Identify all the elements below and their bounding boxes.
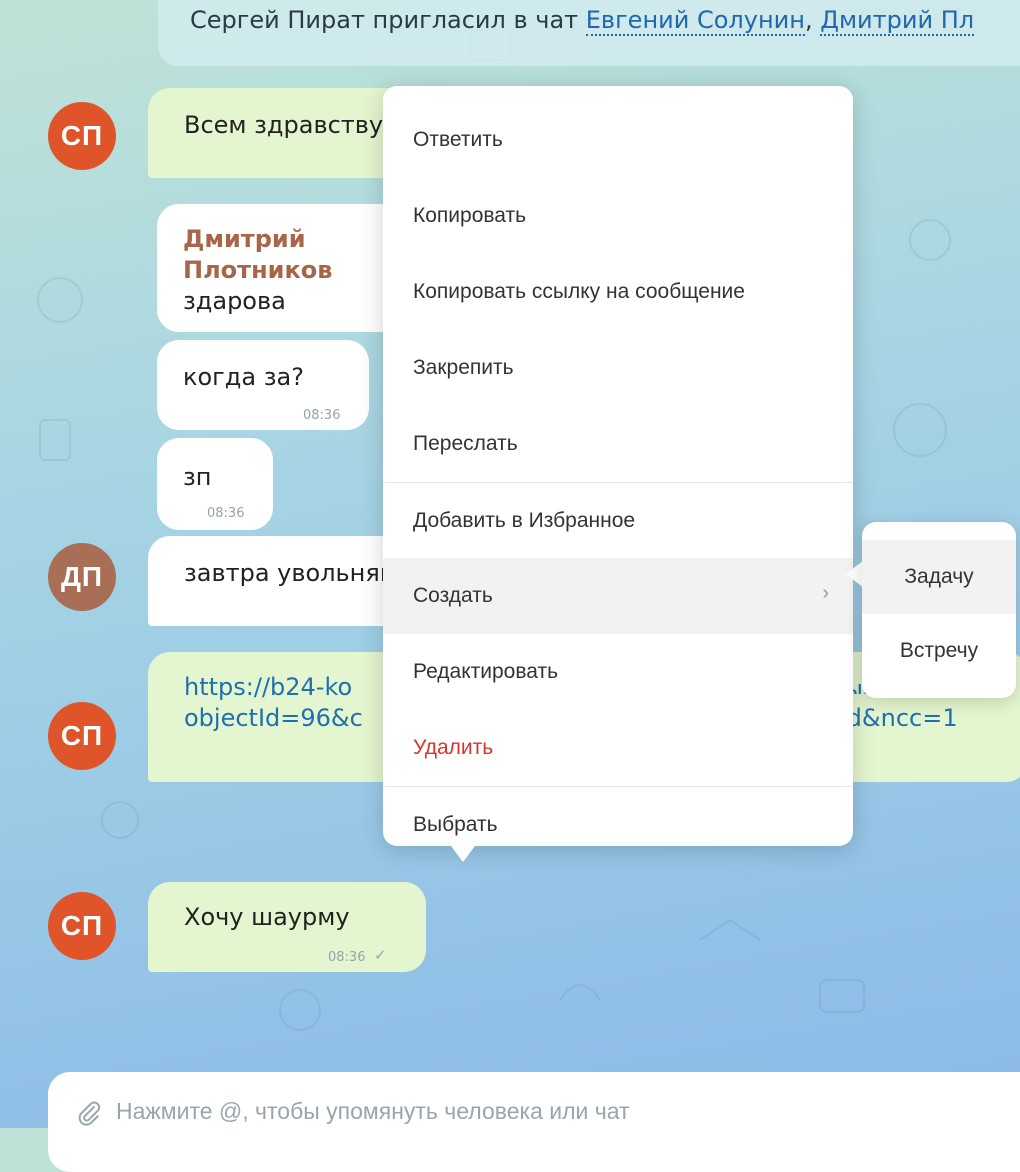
context-menu-pointer — [445, 838, 481, 862]
menu-item-label: Выбрать — [413, 812, 498, 836]
message-link-tail[interactable]: id&ncc=1 — [840, 703, 958, 734]
menu-item-reply[interactable]: Ответить — [383, 102, 853, 178]
message-text: Хочу шаурму — [184, 903, 350, 931]
menu-item-pin[interactable]: Закрепить — [383, 330, 853, 406]
menu-item-copy[interactable]: Копировать — [383, 178, 853, 254]
menu-item-label: Добавить в Избранное — [413, 508, 636, 532]
menu-item-edit[interactable]: Редактировать — [383, 634, 853, 710]
chevron-right-icon: › — [822, 582, 829, 604]
invited-user-link[interactable]: Дмитрий Пл — [820, 6, 975, 36]
avatar-initials: СП — [60, 910, 104, 941]
menu-item-label: Копировать — [413, 204, 527, 227]
separator: , — [804, 6, 821, 34]
message-input-placeholder: Нажмите @, чтобы упомянуть человека или … — [116, 1098, 630, 1124]
system-message-text: Сергей Пират пригласил в чат — [190, 6, 586, 34]
paperclip-icon[interactable] — [76, 1099, 102, 1127]
message-text: завтра увольняют — [184, 559, 414, 587]
menu-item-label: Закрепить — [413, 356, 514, 379]
menu-item-label: Переслать — [413, 432, 518, 455]
avatar-initials: СП — [60, 720, 104, 751]
message-text: зп — [183, 463, 212, 491]
message-input[interactable]: Нажмите @, чтобы упомянуть человека или … — [48, 1072, 1020, 1172]
message-time: 08:36 — [207, 506, 245, 521]
avatar[interactable]: СП — [48, 702, 116, 770]
menu-item-label: Редактировать — [413, 660, 559, 683]
message-time: 08:36 — [303, 408, 341, 423]
submenu-item-label: Встречу — [899, 639, 979, 662]
menu-item-delete[interactable]: Удалить — [383, 710, 853, 786]
message-bubble[interactable]: зп 08:36 — [157, 438, 273, 530]
message-time: 08:36 — [328, 950, 366, 965]
menu-item-label: Ответить — [413, 128, 503, 151]
context-menu: Ответить Копировать Копировать ссылку на… — [383, 86, 853, 846]
avatar[interactable]: ДП — [48, 543, 116, 611]
system-message: Сергей Пират пригласил в чат Евгений Сол… — [158, 0, 1020, 66]
create-submenu: Задачу Встречу — [862, 522, 1016, 698]
avatar[interactable]: СП — [48, 892, 116, 960]
menu-item-create[interactable]: Создать › — [383, 558, 853, 634]
invited-user-link[interactable]: Евгений Солунин — [585, 6, 805, 36]
read-check-icon: ✓ — [374, 946, 387, 964]
submenu-item-meeting[interactable]: Встречу — [862, 614, 1016, 688]
submenu-item-label: Задачу — [904, 565, 974, 588]
message-bubble[interactable]: Хочу шаурму 08:36 ✓ — [148, 882, 426, 972]
avatar-initials: СП — [60, 120, 104, 151]
menu-item-copy-link[interactable]: Копировать ссылку на сообщение — [383, 254, 853, 330]
avatar[interactable]: СП — [48, 102, 116, 170]
menu-item-label: Копировать ссылку на сообщение — [413, 280, 745, 303]
message-bubble[interactable]: когда за? 08:36 — [157, 340, 369, 430]
menu-item-forward[interactable]: Переслать — [383, 406, 853, 482]
avatar-initials: ДП — [60, 561, 104, 592]
submenu-item-task[interactable]: Задачу — [862, 540, 1016, 614]
message-text: когда за? — [183, 363, 304, 391]
menu-item-label: Удалить — [413, 736, 494, 759]
menu-item-add-favorites[interactable]: Добавить в Избранное — [383, 482, 853, 558]
menu-item-label: Создать — [413, 584, 493, 607]
